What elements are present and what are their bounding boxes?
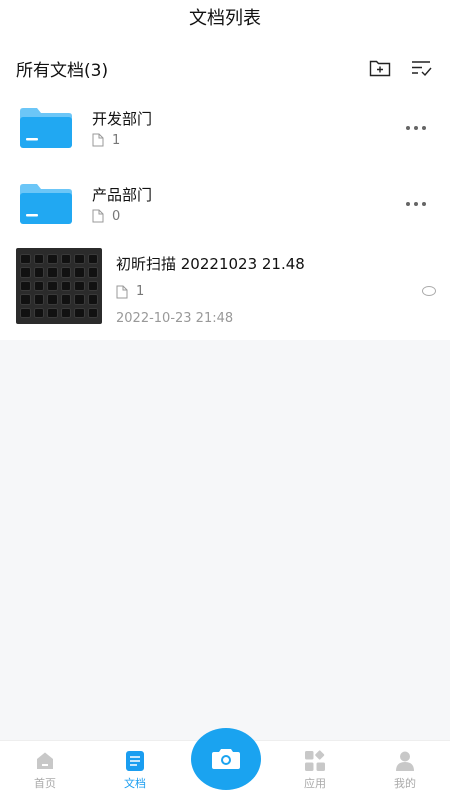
document-meta: 1: [116, 284, 422, 299]
folder-item-product[interactable]: 产品部门 0: [0, 166, 450, 242]
nav-docs-label: 文档: [124, 777, 146, 790]
folder-doc-count: 1: [112, 132, 121, 148]
section-title: 所有文档(3): [16, 60, 109, 81]
folder-item-dev[interactable]: 开发部门 1: [0, 90, 450, 166]
nav-home-label: 首页: [34, 777, 56, 790]
folder-info: 产品部门 0: [92, 185, 396, 224]
select-radio[interactable]: [422, 286, 436, 296]
nav-home[interactable]: 首页: [0, 741, 90, 800]
folder-icon: [18, 183, 74, 225]
profile-icon: [393, 750, 417, 772]
document-item-scan[interactable]: 初昕扫描 20221023 21.48 1 2022-10-23 21:48: [0, 248, 450, 336]
document-icon: [92, 209, 104, 223]
more-options-icon[interactable]: [396, 192, 436, 216]
document-list-icon: [123, 750, 147, 772]
apps-icon: [303, 750, 327, 772]
document-thumbnail: [16, 248, 102, 324]
folder-name: 产品部门: [92, 185, 153, 204]
folder-name: 开发部门: [92, 109, 153, 128]
page-title: 文档列表: [189, 8, 261, 29]
nav-apps-label: 应用: [304, 777, 326, 790]
nav-apps[interactable]: 应用: [270, 741, 360, 800]
new-folder-icon[interactable]: [368, 56, 392, 80]
folder-meta: 1: [92, 133, 396, 148]
folder-icon: [18, 107, 74, 149]
camera-scan-button[interactable]: [191, 728, 261, 790]
document-icon: [116, 285, 128, 298]
nav-docs[interactable]: 文档: [90, 741, 180, 800]
document-page-count: 1: [136, 284, 145, 299]
home-icon: [33, 750, 57, 772]
nav-mine[interactable]: 我的: [360, 741, 450, 800]
document-date: 2022-10-23 21:48: [116, 311, 234, 326]
nav-mine-label: 我的: [394, 777, 416, 790]
document-info: 初昕扫描 20221023 21.48 1 2022-10-23 21:48: [116, 248, 422, 326]
more-options-icon[interactable]: [396, 116, 436, 140]
document-name: 初昕扫描 20221023 21.48: [116, 255, 305, 273]
folder-meta: 0: [92, 209, 396, 224]
folder-info: 开发部门 1: [92, 109, 396, 148]
section-header: 所有文档(3): [0, 48, 450, 88]
folder-doc-count: 0: [112, 208, 121, 224]
document-icon: [92, 133, 104, 147]
multi-select-icon[interactable]: [410, 56, 434, 80]
camera-icon: [212, 749, 240, 769]
